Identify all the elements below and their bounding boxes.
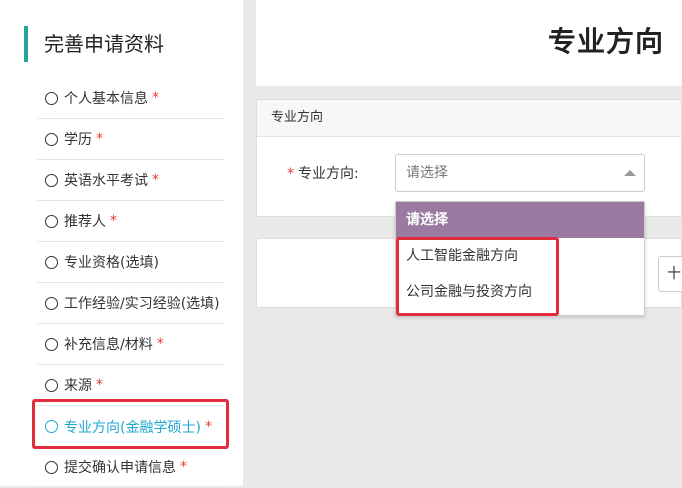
field-label-text: 专业方向:: [298, 166, 359, 182]
required-mark: *: [96, 377, 103, 393]
field-label: * 专业方向:: [287, 163, 359, 183]
sidebar-item-label: 工作经验/实习经验(选填): [64, 296, 220, 312]
sidebar-item-personal-info[interactable]: 个人基本信息 *: [37, 78, 224, 119]
action-button[interactable]: 十: [658, 256, 682, 292]
section-heading: 专业方向: [257, 100, 681, 137]
radio-icon: [45, 91, 58, 105]
sidebar-item-label: 英语水平考试: [64, 173, 148, 189]
required-mark: *: [156, 336, 164, 352]
sidebar-item-education[interactable]: 学历 *: [37, 119, 224, 160]
sidebar-item-label: 专业资格(选填): [64, 255, 159, 271]
radio-icon: [45, 132, 58, 146]
sidebar-item-label: 提交确认申请信息: [64, 460, 176, 476]
sidebar-item-label: 补充信息/材料: [64, 337, 153, 353]
sidebar-title: 完善申请资料: [24, 26, 164, 62]
sidebar-item-work-experience[interactable]: 工作经验/实习经验(选填): [37, 283, 224, 324]
highlight-box-dropdown: [396, 237, 559, 316]
dropdown-option-placeholder[interactable]: 请选择: [396, 202, 644, 238]
radio-icon: [45, 214, 58, 228]
radio-icon: [45, 378, 58, 392]
required-mark: *: [152, 90, 159, 106]
radio-icon: [45, 296, 58, 310]
radio-icon: [45, 337, 58, 351]
sidebar-item-qualification[interactable]: 专业资格(选填): [37, 242, 224, 283]
sidebar-item-label: 学历: [64, 132, 92, 148]
sidebar-item-submit-confirm[interactable]: 提交确认申请信息 *: [37, 447, 224, 488]
required-mark: *: [96, 131, 103, 147]
major-direction-section: 专业方向 * 专业方向: 请选择: [256, 99, 682, 217]
sidebar-item-label: 推荐人: [64, 214, 106, 230]
sidebar-item-label: 来源: [64, 378, 92, 394]
major-direction-select[interactable]: 请选择: [395, 154, 645, 192]
sidebar-item-referee[interactable]: 推荐人 *: [37, 201, 224, 242]
sidebar-item-label: 个人基本信息: [64, 91, 148, 107]
required-mark: *: [180, 459, 187, 475]
radio-icon: [45, 173, 58, 187]
sidebar-item-english-test[interactable]: 英语水平考试 *: [37, 160, 224, 201]
radio-icon: [45, 255, 58, 269]
page-header: 专业方向: [256, 0, 682, 86]
sidebar-item-supplementary[interactable]: 补充信息/材料 *: [37, 324, 224, 365]
required-mark: *: [110, 213, 117, 229]
highlight-box-sidebar: [32, 399, 229, 449]
caret-up-icon: [624, 170, 636, 176]
select-value: 请选择: [406, 165, 448, 181]
radio-icon: [45, 460, 58, 474]
page-title: 专业方向: [547, 25, 664, 58]
required-mark: *: [287, 166, 294, 182]
required-mark: *: [152, 172, 159, 188]
